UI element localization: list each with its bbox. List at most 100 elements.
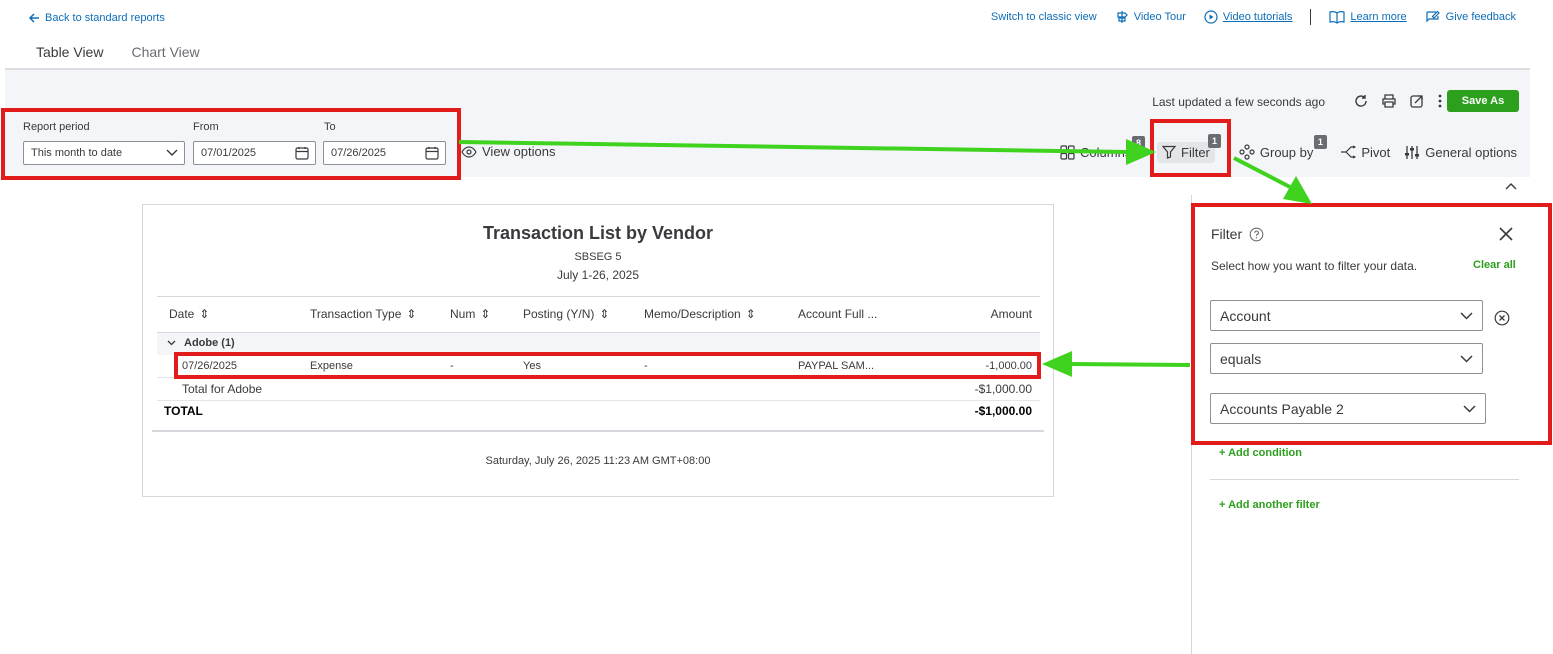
give-feedback-link[interactable]: Give feedback (1425, 9, 1516, 25)
report-footer-timestamp: Saturday, July 26, 2025 11:23 AM GMT+08:… (485, 455, 711, 467)
add-condition-link[interactable]: + Add condition (1219, 447, 1302, 459)
report-date-range: July 1-26, 2025 (556, 268, 640, 282)
give-feedback-label: Give feedback (1445, 11, 1516, 23)
group-row-adobe[interactable]: Adobe (1) (167, 337, 235, 349)
report-company-name: SBSEG 5 (574, 251, 622, 263)
filter-field-select[interactable]: Account (1210, 300, 1483, 331)
video-tour-link[interactable]: Video Tour (1115, 10, 1186, 24)
refresh-icon[interactable] (1353, 93, 1369, 109)
arrow-left-icon (28, 13, 39, 23)
filter-operator-select[interactable]: equals (1210, 343, 1483, 374)
columns-count-badge: 8 (1132, 135, 1145, 150)
columns-label: Columns (1080, 144, 1132, 160)
calendar-icon[interactable] (425, 146, 439, 160)
general-options-button[interactable]: General options (1404, 145, 1517, 160)
back-to-standard-reports-link[interactable]: Back to standard reports (28, 12, 165, 24)
annotation-arrow-to-row (1069, 362, 1191, 367)
signpost-icon (1117, 11, 1128, 23)
table-row[interactable]: 07/26/2025 Expense - Yes - PAYPAL SAM...… (157, 355, 1040, 377)
subtotal-label: Total for Adobe (182, 382, 263, 396)
pivot-icon (1341, 145, 1357, 159)
column-header-memo[interactable]: Memo/Description ⇕ (644, 307, 756, 321)
group-by-count-badge: 1 (1313, 135, 1327, 149)
sort-icon: ⇕ (199, 307, 210, 321)
chevron-down-icon (166, 149, 178, 156)
eye-icon (461, 145, 477, 158)
total-label: TOTAL (164, 404, 203, 418)
video-tutorials-label: Video tutorials (1222, 11, 1293, 23)
column-header-date[interactable]: Date ⇕ (169, 307, 209, 321)
filter-count-badge: 1 (1208, 133, 1221, 148)
cell-amount: -1,000.00 (985, 360, 1032, 372)
filter-button[interactable]: Filter 1 (1157, 133, 1221, 163)
to-date-input[interactable]: 07/26/2025 (323, 141, 446, 165)
group-by-icon (1239, 144, 1255, 160)
to-date-value: 07/26/2025 (331, 147, 387, 159)
cell-transaction-type: Expense (310, 360, 353, 372)
more-options-icon[interactable] (1437, 93, 1443, 109)
clear-all-link[interactable]: Clear all (1473, 259, 1516, 271)
close-icon[interactable] (1499, 227, 1513, 241)
calendar-icon[interactable] (295, 146, 309, 160)
learn-more-link[interactable]: Learn more (1329, 10, 1407, 24)
column-header-amount[interactable]: Amount (991, 307, 1032, 321)
columns-icon (1060, 144, 1075, 160)
group-row-bg (157, 333, 1040, 355)
divider (1310, 9, 1312, 25)
from-date-value: 07/01/2025 (201, 147, 257, 159)
column-header-num[interactable]: Num ⇕ (450, 307, 490, 321)
row-divider (157, 377, 1040, 378)
help-icon[interactable] (1249, 227, 1264, 242)
filter-funnel-icon (1162, 145, 1176, 159)
subtotal-amount: -$1,000.00 (974, 382, 1032, 396)
from-date-input[interactable]: 07/01/2025 (193, 141, 316, 165)
back-link-label: Back to standard reports (45, 12, 165, 24)
filter-panel-title: Filter (1211, 226, 1243, 242)
switch-classic-view-link[interactable]: Switch to classic view (991, 11, 1097, 23)
print-icon[interactable] (1381, 93, 1397, 109)
sort-icon: ⇕ (599, 307, 610, 321)
collapse-chevron-up-icon[interactable] (1505, 182, 1517, 190)
total-rule (152, 430, 1044, 432)
pivot-label: Pivot (1361, 144, 1391, 160)
chevron-down-icon (1460, 311, 1473, 320)
tab-table-view[interactable]: Table View (22, 44, 118, 71)
column-header-account-full-name[interactable]: Account Full ... (798, 307, 877, 321)
group-by-button[interactable]: Group by 1 (1239, 135, 1327, 160)
view-options-button[interactable]: View options (461, 144, 555, 159)
pivot-button[interactable]: Pivot (1340, 145, 1390, 160)
sort-icon: ⇕ (745, 307, 756, 321)
filter-value-select[interactable]: Accounts Payable 2 (1210, 393, 1486, 424)
column-header-posting[interactable]: Posting (Y/N) ⇕ (523, 307, 609, 321)
column-header-transaction-type[interactable]: Transaction Type ⇕ (310, 307, 416, 321)
video-tour-label: Video Tour (1133, 11, 1186, 23)
from-label: From (193, 121, 219, 133)
report-card: Transaction List by Vendor SBSEG 5 July … (142, 204, 1054, 497)
columns-button[interactable]: Columns 8 (1060, 135, 1145, 160)
remove-filter-icon[interactable] (1494, 310, 1510, 326)
export-icon[interactable] (1409, 93, 1425, 109)
filter-panel-header: Filter (1211, 226, 1264, 242)
play-circle-icon (1204, 10, 1218, 24)
filter-field-value: Account (1220, 307, 1271, 324)
cell-memo: - (644, 360, 648, 372)
filter-divider (1210, 479, 1519, 480)
learn-more-label: Learn more (1350, 11, 1407, 23)
total-amount: -$1,000.00 (974, 404, 1032, 418)
filter-value: Accounts Payable 2 (1220, 400, 1344, 417)
report-period-label: Report period (23, 121, 90, 133)
add-another-filter-link[interactable]: + Add another filter (1219, 499, 1320, 511)
video-tutorials-link[interactable]: Video tutorials (1204, 10, 1293, 24)
filter-panel: Filter Select how you want to filter you… (1191, 195, 1553, 654)
sliders-icon (1405, 145, 1420, 159)
row-divider (157, 400, 1040, 401)
report-period-select[interactable]: This month to date (23, 141, 185, 165)
group-by-label: Group by (1259, 144, 1314, 160)
save-as-button[interactable]: Save As (1447, 90, 1519, 112)
chevron-down-icon (1460, 354, 1473, 363)
sort-icon: ⇕ (406, 307, 417, 321)
cell-account: PAYPAL SAM... (798, 360, 875, 372)
group-label: Adobe (1) (184, 337, 235, 349)
tab-chart-view[interactable]: Chart View (117, 44, 213, 71)
feedback-icon (1426, 10, 1440, 23)
